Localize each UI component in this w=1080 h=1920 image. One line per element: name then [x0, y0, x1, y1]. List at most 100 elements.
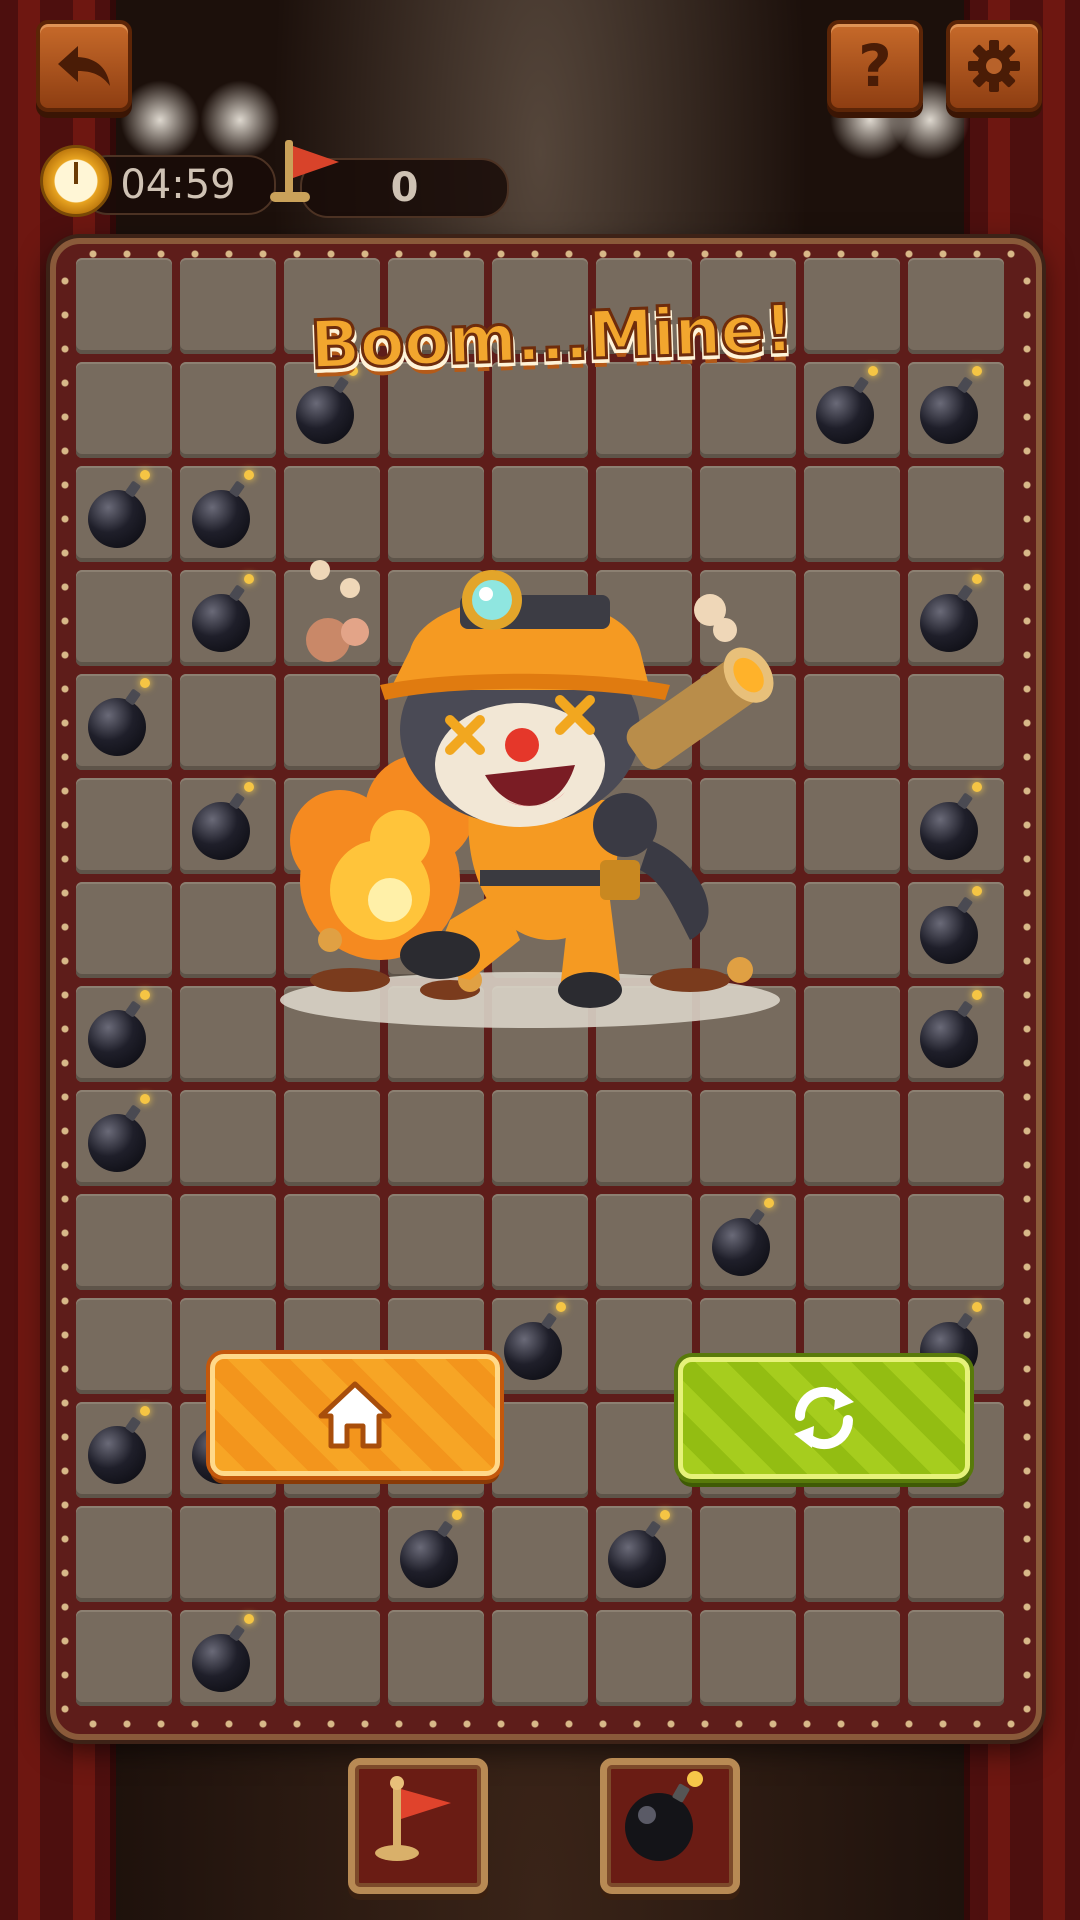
board-cell[interactable] — [908, 466, 1004, 562]
bomb-icon — [920, 886, 982, 964]
board-cell[interactable] — [804, 778, 900, 874]
board-cell[interactable] — [180, 778, 276, 874]
board-cell[interactable] — [284, 1090, 380, 1186]
home-button[interactable] — [210, 1354, 500, 1476]
board-cell[interactable] — [908, 1506, 1004, 1602]
board-cell[interactable] — [804, 362, 900, 458]
gear-icon — [968, 40, 1020, 92]
bomb-icon — [920, 990, 982, 1068]
board-cell[interactable] — [180, 986, 276, 1082]
board-cell[interactable] — [596, 1506, 692, 1602]
board-cell[interactable] — [180, 674, 276, 770]
board-cell[interactable] — [700, 1194, 796, 1290]
board-cell[interactable] — [492, 1402, 588, 1498]
board-cell[interactable] — [76, 1506, 172, 1602]
board-cell[interactable] — [388, 1090, 484, 1186]
bomb-tool-button[interactable] — [600, 1758, 740, 1894]
board-cell[interactable] — [492, 1090, 588, 1186]
board-cell[interactable] — [76, 1194, 172, 1290]
board-cell[interactable] — [908, 674, 1004, 770]
board-cell[interactable] — [492, 1298, 588, 1394]
board-cell[interactable] — [804, 1194, 900, 1290]
board-cell[interactable] — [492, 1506, 588, 1602]
miner-mascot-explosion-image — [280, 560, 780, 1028]
back-button[interactable] — [36, 20, 132, 112]
board-cell[interactable] — [180, 1506, 276, 1602]
board-cell[interactable] — [180, 258, 276, 354]
board-cell[interactable] — [492, 466, 588, 562]
board-cell[interactable] — [76, 778, 172, 874]
board-cell[interactable] — [700, 1506, 796, 1602]
board-cell[interactable] — [804, 674, 900, 770]
board-cell[interactable] — [908, 570, 1004, 666]
board-cell[interactable] — [804, 986, 900, 1082]
board-cell[interactable] — [180, 1090, 276, 1186]
flag-icon — [375, 1776, 451, 1861]
board-cell[interactable] — [76, 1090, 172, 1186]
bomb-icon — [192, 574, 254, 652]
board-cell[interactable] — [284, 1610, 380, 1706]
board-cell[interactable] — [908, 1610, 1004, 1706]
board-cell[interactable] — [804, 1506, 900, 1602]
bomb-icon — [296, 366, 358, 444]
board-cell[interactable] — [76, 1610, 172, 1706]
board-cell[interactable] — [908, 1090, 1004, 1186]
board-cell[interactable] — [804, 258, 900, 354]
board-cell[interactable] — [596, 362, 692, 458]
board-cell[interactable] — [492, 1610, 588, 1706]
board-cell[interactable] — [76, 1298, 172, 1394]
board-cell[interactable] — [804, 1090, 900, 1186]
bomb-icon — [88, 990, 150, 1068]
board-cell[interactable] — [284, 466, 380, 562]
board-cell[interactable] — [76, 570, 172, 666]
bomb-icon — [504, 1302, 566, 1380]
board-cell[interactable] — [180, 570, 276, 666]
flag-tool-button[interactable] — [348, 1758, 488, 1894]
board-cell[interactable] — [76, 1402, 172, 1498]
board-cell[interactable] — [76, 882, 172, 978]
board-cell[interactable] — [76, 674, 172, 770]
bomb-icon — [192, 470, 254, 548]
board-cell[interactable] — [76, 362, 172, 458]
board-cell[interactable] — [284, 1194, 380, 1290]
board-cell[interactable] — [492, 1194, 588, 1290]
bomb-icon — [400, 1510, 462, 1588]
board-cell[interactable] — [596, 466, 692, 562]
board-cell[interactable] — [908, 258, 1004, 354]
board-cell[interactable] — [180, 466, 276, 562]
board-cell[interactable] — [908, 778, 1004, 874]
board-cell[interactable] — [180, 1194, 276, 1290]
board-cell[interactable] — [908, 986, 1004, 1082]
board-cell[interactable] — [284, 1506, 380, 1602]
board-cell[interactable] — [180, 1610, 276, 1706]
board-cell[interactable] — [388, 1610, 484, 1706]
board-cell[interactable] — [908, 882, 1004, 978]
board-cell[interactable] — [908, 1194, 1004, 1290]
board-cell[interactable] — [388, 1194, 484, 1290]
board-cell[interactable] — [76, 258, 172, 354]
board-cell[interactable] — [596, 1610, 692, 1706]
board-cell[interactable] — [700, 1090, 796, 1186]
board-cell[interactable] — [76, 466, 172, 562]
board-cell[interactable] — [804, 466, 900, 562]
board-cell[interactable] — [804, 1610, 900, 1706]
board-cell[interactable] — [388, 466, 484, 562]
board-cell[interactable] — [908, 362, 1004, 458]
board-cell[interactable] — [804, 882, 900, 978]
board-cell[interactable] — [700, 466, 796, 562]
board-cell[interactable] — [180, 882, 276, 978]
restart-button[interactable] — [678, 1357, 970, 1479]
bomb-icon — [88, 1094, 150, 1172]
help-button[interactable]: ? — [827, 20, 923, 112]
settings-button[interactable] — [946, 20, 1042, 112]
board-cell[interactable] — [804, 570, 900, 666]
board-cell[interactable] — [700, 362, 796, 458]
bomb-icon — [88, 1406, 150, 1484]
board-cell[interactable] — [700, 1610, 796, 1706]
bomb-icon — [192, 1614, 254, 1692]
board-cell[interactable] — [76, 986, 172, 1082]
board-cell[interactable] — [596, 1194, 692, 1290]
board-cell[interactable] — [180, 362, 276, 458]
board-cell[interactable] — [596, 1090, 692, 1186]
board-cell[interactable] — [388, 1506, 484, 1602]
